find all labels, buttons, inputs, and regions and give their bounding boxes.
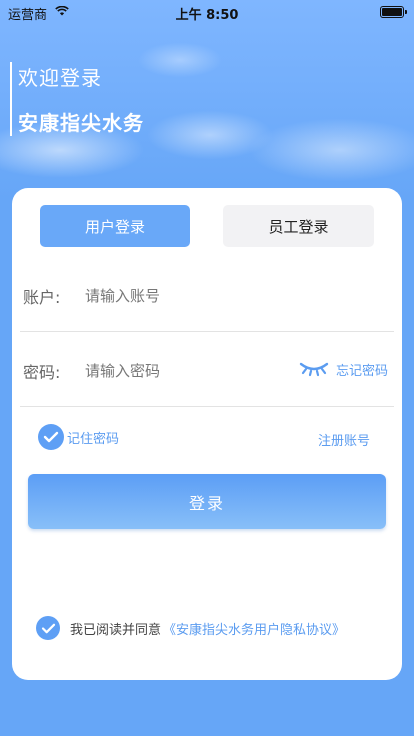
remember-password-label[interactable]: 记住密码 — [67, 428, 119, 447]
privacy-policy-link[interactable]: 《安康指尖水务用户隐私协议》 — [163, 619, 345, 638]
welcome-header: 欢迎登录 安康指尖水务 — [10, 62, 144, 136]
clock: 上午 8:50 — [175, 8, 239, 23]
password-label: 密码: — [23, 363, 61, 382]
agreement-row: 我已阅读并同意 《安康指尖水务用户隐私协议》 — [36, 616, 345, 640]
password-field: 密码: 忘记密码 — [20, 351, 394, 407]
password-input[interactable] — [83, 357, 287, 385]
forgot-password-link[interactable]: 忘记密码 — [336, 360, 388, 379]
login-button[interactable]: 登录 — [28, 474, 386, 529]
account-input[interactable] — [83, 282, 287, 310]
remember-password-toggle[interactable]: 记住密码 — [38, 424, 119, 450]
account-label: 账户: — [23, 288, 61, 307]
agreement-text: 我已阅读并同意 — [70, 622, 162, 638]
register-account-link[interactable]: 注册账号 — [318, 430, 370, 449]
agreement-checkmark-icon[interactable] — [36, 616, 60, 640]
checkmark-icon[interactable] — [38, 424, 64, 450]
login-card: 用户登录 员工登录 账户: 密码: 忘记密码 记住密码 注册账号 登录 我已阅读… — [12, 188, 402, 680]
status-bar: 运营商 上午 8:50 — [0, 0, 414, 24]
eye-closed-icon[interactable] — [299, 359, 329, 377]
app-name: 安康指尖水务 — [18, 111, 144, 135]
welcome-title: 欢迎登录 — [18, 66, 102, 90]
battery-icon — [380, 6, 407, 18]
tab-user-login[interactable]: 用户登录 — [40, 205, 190, 247]
account-field: 账户: — [20, 276, 394, 332]
tab-staff-login[interactable]: 员工登录 — [223, 205, 374, 247]
